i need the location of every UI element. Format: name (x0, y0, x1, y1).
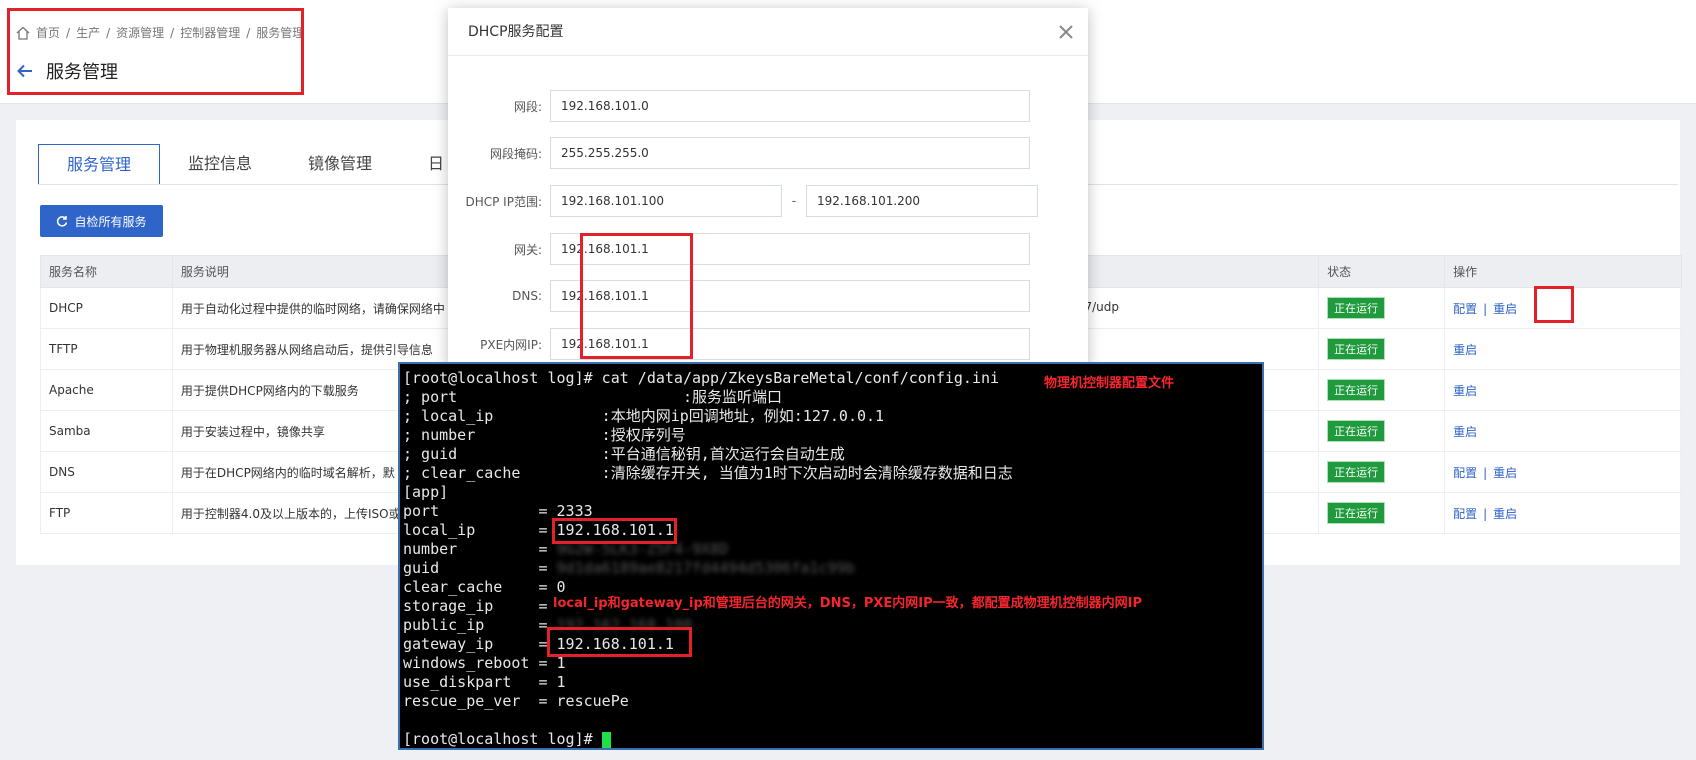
terminal-line: ; number :授权序列号 (403, 426, 686, 444)
modal-title: DHCP服务配置 (448, 8, 1088, 56)
restart-link[interactable]: 重启 (1453, 343, 1477, 357)
tab-service-management[interactable]: 服务管理 (38, 144, 161, 184)
range-dash: - (791, 193, 797, 209)
status-badge: 正在运行 (1327, 297, 1386, 319)
terminal-key: gateway_ip = (403, 635, 557, 653)
highlight-box-local-ip (552, 518, 677, 544)
ops-cell: 重启 (1444, 328, 1682, 370)
ops-cell: 配置 | 重启 (1444, 492, 1682, 534)
status-cell: 正在运行 (1318, 451, 1446, 493)
status-cell: 正在运行 (1318, 410, 1446, 452)
range-label: DHCP IP范围: (465, 194, 542, 209)
service-name: FTP (40, 492, 173, 534)
service-desc-text: 用于自动化过程中提供的临时网络，请确保网络中 (180, 301, 445, 316)
ops-cell: 配置 | 重启 (1444, 451, 1682, 493)
restart-link[interactable]: 重启 (1493, 507, 1517, 521)
tab-image-management[interactable]: 镜像管理 (280, 144, 400, 184)
terminal-line: rescue_pe_ver = rescuePe (403, 692, 629, 710)
annotation-config-file: 物理机控制器配置文件 (1044, 376, 1175, 391)
status-cell: 正在运行 (1318, 287, 1446, 329)
form-row-range: DHCP IP范围: 192.168.101.100 - 192.168.101… (448, 185, 1038, 217)
col-header-name: 服务名称 (40, 255, 173, 288)
status-cell: 正在运行 (1318, 369, 1446, 411)
service-name: DHCP (40, 287, 173, 329)
terminal-line: windows_reboot = 1 (403, 654, 566, 672)
terminal-line: port = 2333 (403, 502, 593, 520)
segment-label: 网段: (513, 99, 542, 114)
guid-value-redacted: 9d1da6189ae8217fd4494d5306fa1c99b (556, 559, 855, 577)
terminal-line: public_ip = 192.162.168.100 (403, 616, 1262, 635)
self-check-all-button[interactable]: 自检所有服务 (40, 205, 163, 237)
ops-separator: | (1483, 506, 1488, 521)
range-end-input[interactable]: 192.168.101.200 (806, 185, 1038, 217)
form-row-gateway: 网关: 192.168.101.1 (448, 233, 1030, 265)
mask-label: 网段掩码: (489, 146, 542, 161)
terminal-cursor (601, 731, 611, 748)
form-row-segment: 网段: 192.168.101.0 (448, 90, 1030, 122)
service-name: DNS (40, 451, 173, 493)
config-link[interactable]: 配置 (1453, 466, 1477, 480)
terminal-key: public_ip = (403, 616, 557, 634)
terminal-line: ; guid :平台通信秘钥,首次运行会自动生成 (403, 445, 845, 463)
pxe-label: PXE内网IP: (480, 337, 542, 352)
close-icon[interactable] (1056, 22, 1076, 42)
service-name: TFTP (40, 328, 173, 370)
self-check-all-label: 自检所有服务 (74, 214, 147, 229)
terminal-line: [root@localhost log]# (403, 730, 1262, 749)
terminal-key: number = (403, 540, 557, 558)
ops-separator: | (1483, 465, 1488, 480)
col-header-ops: 操作 (1444, 255, 1682, 288)
status-cell: 正在运行 (1318, 492, 1446, 534)
highlight-box-config-link (1534, 286, 1574, 323)
restart-link[interactable]: 重启 (1453, 384, 1477, 398)
restart-link[interactable]: 重启 (1493, 302, 1517, 316)
config-link[interactable]: 配置 (1453, 302, 1477, 316)
service-name: Apache (40, 369, 173, 411)
highlight-box-modal-ips (580, 233, 693, 359)
terminal-key: local_ip = (403, 521, 557, 539)
form-row-pxe: PXE内网IP: 192.168.101.1 (448, 328, 1030, 360)
segment-input[interactable]: 192.168.101.0 (550, 90, 1030, 122)
dns-label: DNS: (512, 289, 542, 303)
terminal-line: gateway_ip = 192.168.101.1 (403, 635, 1262, 654)
highlight-box-header (7, 8, 304, 95)
status-badge: 正在运行 (1327, 379, 1386, 401)
range-start-input[interactable]: 192.168.101.100 (550, 185, 782, 217)
ops-separator: | (1483, 301, 1488, 316)
terminal-line: [app] (403, 483, 449, 501)
status-badge: 正在运行 (1327, 502, 1386, 524)
status-cell: 正在运行 (1318, 328, 1446, 370)
service-port: 7/udp (1084, 299, 1120, 314)
restart-link[interactable]: 重启 (1493, 466, 1517, 480)
terminal-line: local_ip = 192.168.101.1 (403, 521, 1262, 540)
restart-link[interactable]: 重启 (1453, 425, 1477, 439)
terminal-key: guid = (403, 559, 557, 577)
ops-cell: 重启 (1444, 410, 1682, 452)
gateway-label: 网关: (513, 242, 542, 257)
highlight-box-gateway-ip (547, 627, 692, 657)
status-badge: 正在运行 (1327, 461, 1386, 483)
terminal-line: use_diskpart = 1 (403, 673, 566, 691)
refresh-icon (57, 216, 68, 227)
dhcp-config-modal: DHCP服务配置 网段: 192.168.101.0 网段掩码: 255.255… (448, 8, 1088, 368)
ops-cell: 重启 (1444, 369, 1682, 411)
service-name: Samba (40, 410, 173, 452)
mask-input[interactable]: 255.255.255.0 (550, 137, 1030, 169)
col-header-status: 状态 (1318, 255, 1446, 288)
terminal-prompt: [root@localhost log]# (403, 730, 602, 748)
status-badge: 正在运行 (1327, 420, 1386, 442)
terminal-line: guid = 9d1da6189ae8217fd4494d5306fa1c99b (403, 559, 1262, 578)
tab-bar: 服务管理 监控信息 镜像管理 日 (38, 144, 472, 184)
form-row-mask: 网段掩码: 255.255.255.0 (448, 137, 1030, 169)
terminal-line: ; local_ip :本地内网ip回调地址，例如:127.0.0.1 (403, 407, 885, 425)
terminal-window[interactable]: [root@localhost log]# cat /data/app/Zkey… (398, 362, 1264, 750)
terminal-line: number = 9G2W-5LK3-Z5F4-9X8D (403, 540, 1262, 559)
tab-monitoring[interactable]: 监控信息 (160, 144, 280, 184)
terminal-line: ; clear_cache :清除缓存开关, 当值为1时下次启动时会清除缓存数据… (403, 464, 1013, 482)
config-link[interactable]: 配置 (1453, 507, 1477, 521)
status-badge: 正在运行 (1327, 338, 1386, 360)
annotation-ip-note: local_ip和gateway_ip和管理后台的网关，DNS，PXE内网IP一… (553, 596, 1143, 611)
form-row-dns: DNS: 192.168.101.1 (448, 280, 1030, 312)
